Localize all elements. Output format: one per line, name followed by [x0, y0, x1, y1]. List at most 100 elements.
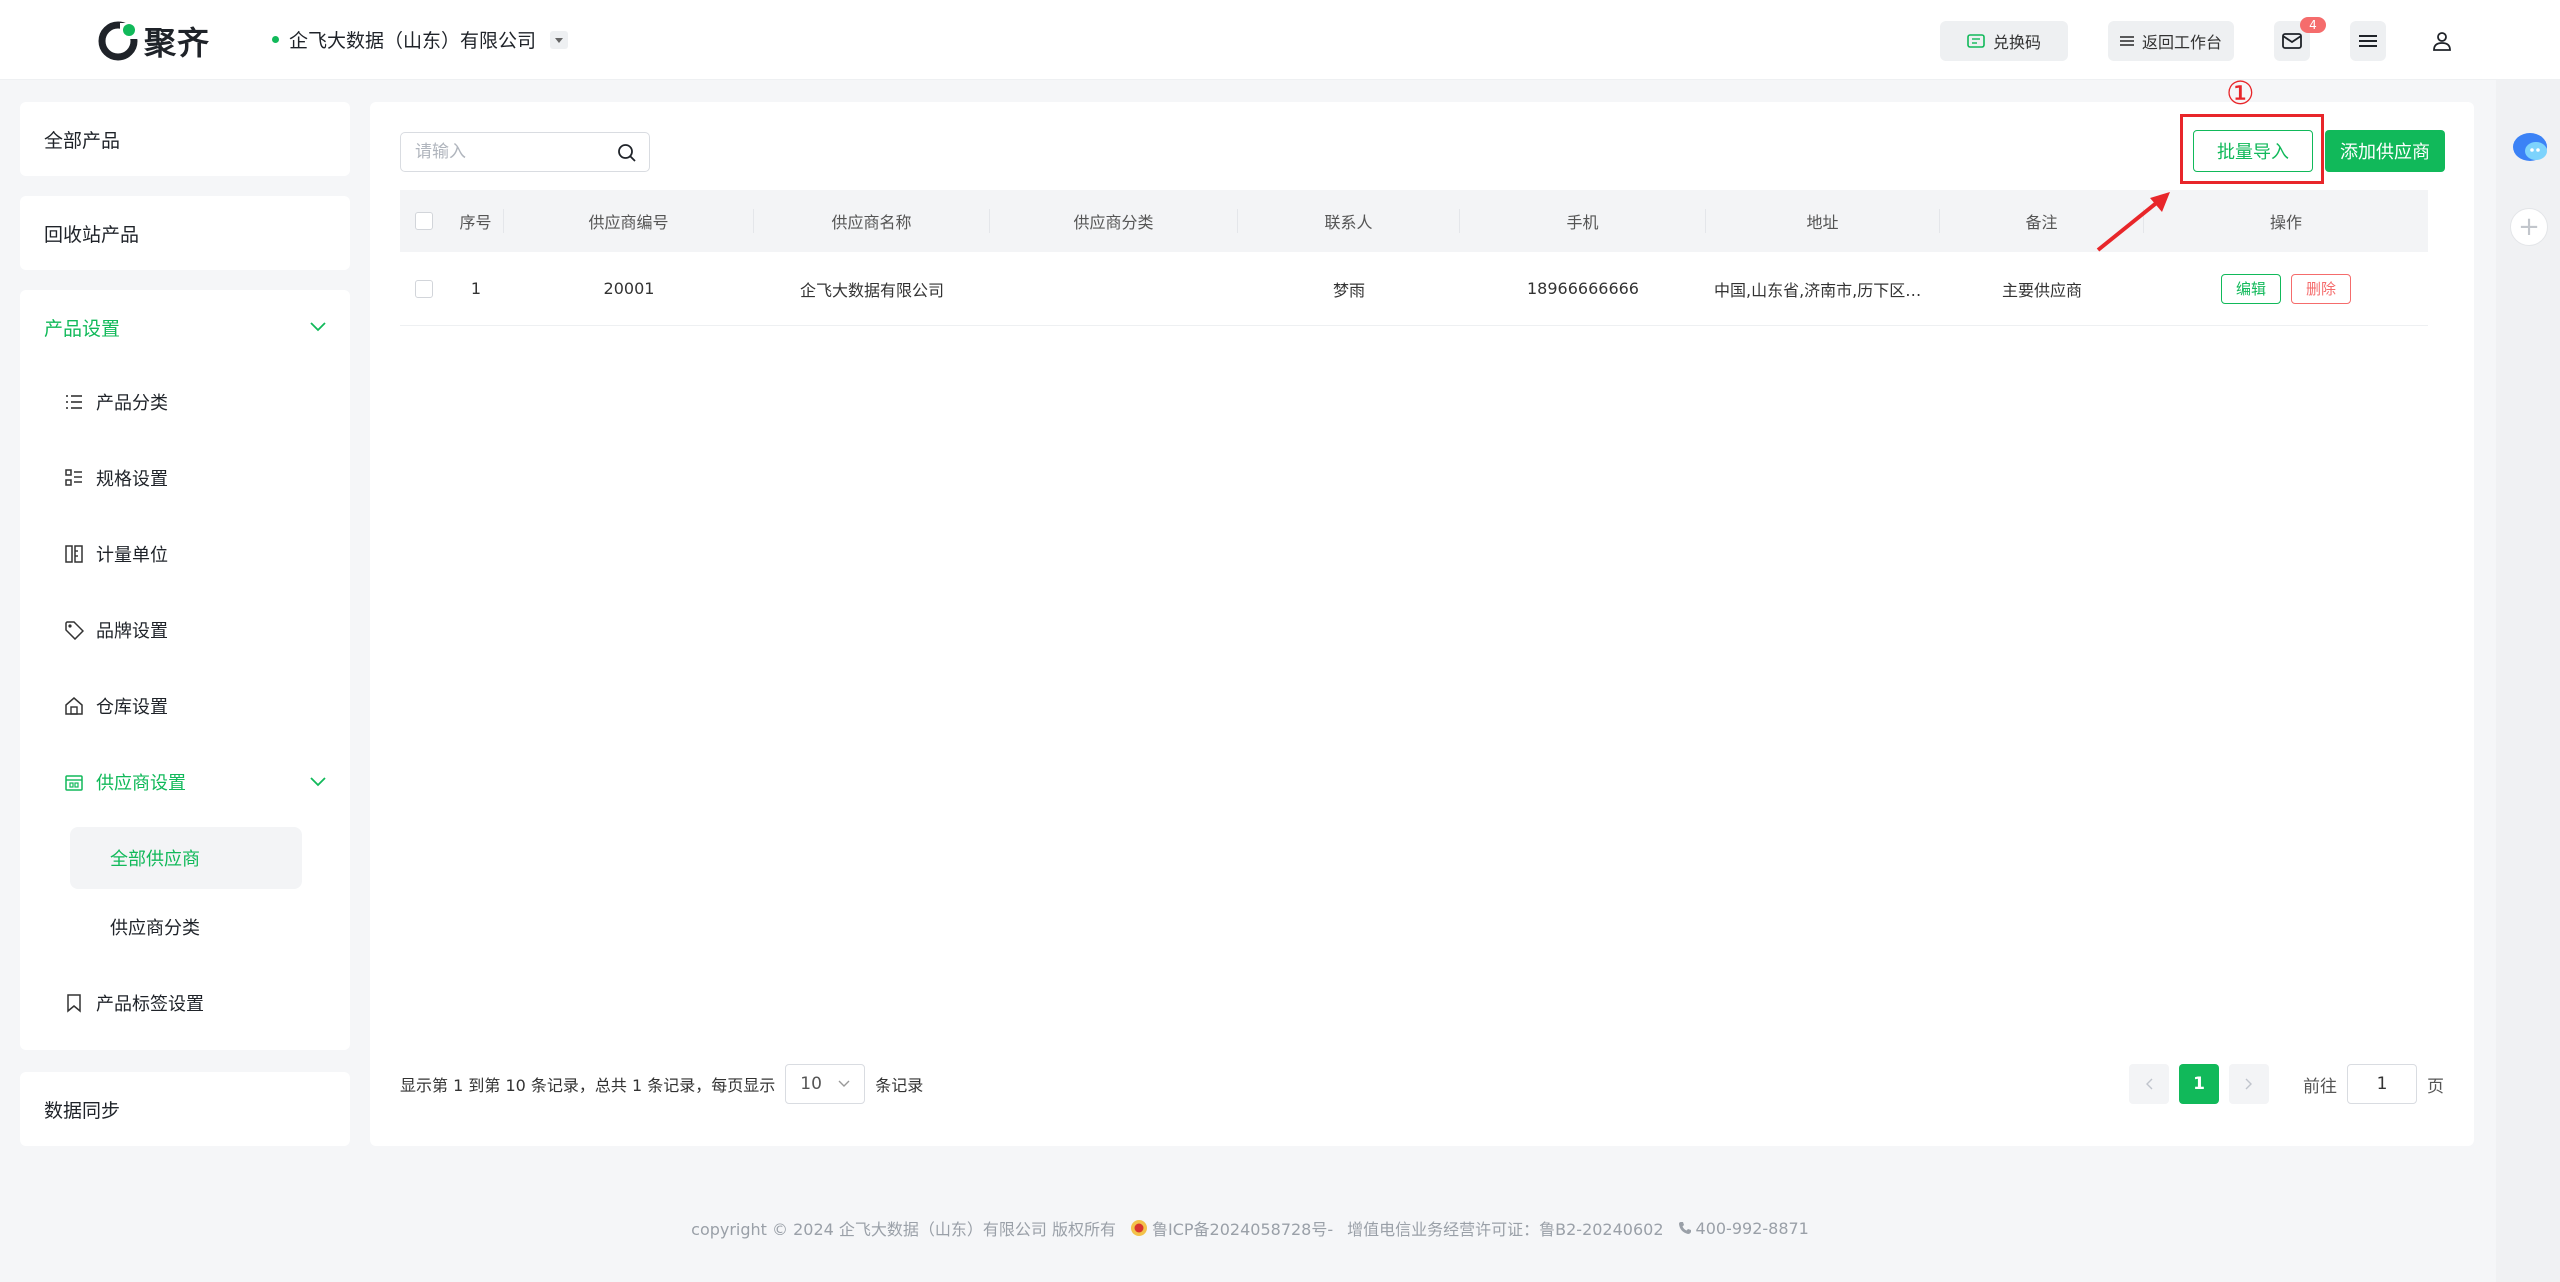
redeem-code-label: 兑换码: [1992, 33, 2041, 52]
sidebar-sub-supplier-category[interactable]: 供应商分类: [70, 896, 302, 958]
footer-phone: 400-992-8871: [1678, 1219, 1809, 1238]
user-button[interactable]: [2424, 21, 2460, 61]
goto-page-input[interactable]: [2347, 1064, 2417, 1104]
sidebar-item-spec-settings[interactable]: 规格设置: [20, 440, 350, 516]
batch-import-button[interactable]: 批量导入: [2193, 130, 2313, 172]
footer: copyright © 2024 企飞大数据（山东）有限公司 版权所有 鲁ICP…: [0, 1216, 2500, 1240]
logo-text: 聚齐: [144, 24, 211, 62]
pagination-info: 显示第 1 到第 10 条记录，总共 1 条记录，每页显示 10 条记录: [400, 1064, 923, 1104]
sidebar-item-label: 仓库设置: [96, 697, 168, 718]
sidebar-item-supplier-settings[interactable]: 供应商设置: [20, 744, 350, 820]
pagination-controls: 1 前往 页: [2129, 1064, 2444, 1104]
chevron-down-icon: [310, 777, 326, 787]
sidebar-item-product-tag-settings[interactable]: 产品标签设置: [20, 965, 350, 1041]
sidebar-label: 全部产品: [44, 129, 121, 152]
caret-down-icon[interactable]: [550, 30, 569, 49]
footer-icp-text: 鲁ICP备2024058728号-: [1152, 1220, 1334, 1239]
warehouse-icon: [65, 697, 83, 715]
add-icon[interactable]: +: [2510, 208, 2548, 246]
page-size-value: 10: [800, 1074, 822, 1094]
edit-button[interactable]: 编辑: [2221, 273, 2281, 304]
next-page-button[interactable]: [2229, 1064, 2269, 1104]
sidebar-group-product-settings[interactable]: 产品设置: [20, 290, 350, 364]
cell-no: 1: [470, 279, 482, 298]
footer-phone-text: 400-992-8871: [1695, 1218, 1809, 1238]
page-unit-label: 页: [2427, 1076, 2444, 1097]
back-to-workbench-label: 返回工作台: [2141, 33, 2222, 52]
footer-copyright: copyright © 2024 企飞大数据（山东）有限公司 版权所有: [691, 1220, 1117, 1239]
status-dot: [272, 36, 279, 43]
pagination-info-suffix: 条记录: [875, 1076, 924, 1095]
sidebar-item-recycle-products[interactable]: 回收站产品: [20, 196, 350, 270]
column-header: 序号: [448, 209, 504, 233]
column-header: 供应商分类: [990, 209, 1238, 233]
sidebar-item-label: 供应商设置: [96, 773, 186, 794]
add-supplier-button[interactable]: 添加供应商: [2325, 130, 2445, 172]
unit-icon: [65, 545, 83, 563]
chat-assistant-icon[interactable]: [2510, 130, 2550, 166]
org-switcher[interactable]: 企飞大数据（山东）有限公司: [272, 26, 569, 53]
column-header: 手机: [1460, 209, 1706, 233]
sidebar-label: 数据同步: [44, 1099, 121, 1122]
sidebar-sub-all-suppliers[interactable]: 全部供应商: [70, 827, 302, 889]
back-to-workbench-button[interactable]: 返回工作台: [2108, 21, 2234, 61]
sidebar-sub-label: 供应商分类: [110, 918, 200, 939]
page-size-select[interactable]: 10: [785, 1064, 866, 1104]
sidebar-item-data-sync[interactable]: 数据同步: [20, 1072, 350, 1146]
mail-icon: [2282, 33, 2302, 49]
list-icon: [66, 395, 82, 409]
logo-icon: [98, 21, 138, 61]
sidebar-item-measurement-unit[interactable]: 计量单位: [20, 516, 350, 592]
pagination-info-text: 显示第 1 到第 10 条记录，总共 1 条记录，每页显示: [400, 1076, 776, 1095]
logo[interactable]: 聚齐: [98, 18, 210, 64]
footer-icp[interactable]: 鲁ICP备2024058728号-: [1130, 1216, 1333, 1240]
sidebar-item-product-category[interactable]: 产品分类: [20, 364, 350, 440]
sidebar-item-warehouse-settings[interactable]: 仓库设置: [20, 668, 350, 744]
menu-icon: [2359, 35, 2377, 47]
sidebar-group-label: 产品设置: [44, 317, 121, 340]
top-header: 聚齐 企飞大数据（山东）有限公司 兑换码 返回工作台 4: [0, 0, 2560, 80]
column-header: 供应商名称: [754, 209, 990, 233]
column-header: 地址: [1706, 209, 1940, 233]
spec-icon: [65, 469, 82, 486]
sidebar-item-label: 品牌设置: [96, 621, 168, 642]
chevron-down-icon: [838, 1080, 850, 1087]
cell-note: 主要供应商: [2001, 280, 2082, 300]
sidebar-label: 回收站产品: [44, 223, 140, 246]
footer-license: 增值电信业务经营许可证：鲁B2-20240602: [1347, 1220, 1664, 1239]
sidebar-item-label: 计量单位: [96, 545, 168, 566]
sidebar-sub-label: 全部供应商: [110, 849, 200, 870]
row-checkbox[interactable]: [415, 279, 433, 298]
redeem-code-button[interactable]: 兑换码: [1940, 21, 2068, 61]
supplier-list-panel: 批量导入 添加供应商 序号 供应商编号 供应商名称 供应商分类 联系人 手机 地…: [370, 102, 2474, 1146]
sidebar-item-label: 产品分类: [96, 393, 168, 414]
sidebar-item-label: 产品标签设置: [96, 994, 204, 1015]
cell-supplier-name: 企飞大数据有限公司: [799, 280, 944, 300]
select-all-checkbox[interactable]: [415, 212, 433, 230]
mail-badge: 4: [2300, 17, 2326, 33]
annotation-arrow-icon: [2096, 192, 2170, 252]
column-header: 联系人: [1238, 209, 1460, 233]
prev-page-button[interactable]: [2129, 1064, 2169, 1104]
supplier-icon: [65, 775, 83, 791]
goto-label: 前往: [2303, 1076, 2337, 1097]
row-select-cell: [400, 279, 448, 298]
org-name: 企飞大数据（山东）有限公司: [289, 30, 537, 52]
table-row: 1 20001 企飞大数据有限公司 梦雨 18966666666 中国,山东省,…: [400, 252, 2428, 326]
menu-button[interactable]: [2350, 21, 2386, 61]
search-input[interactable]: [415, 142, 605, 162]
chevron-down-icon: [310, 322, 326, 332]
phone-icon: [1678, 1222, 1691, 1234]
page-number-current[interactable]: 1: [2179, 1064, 2219, 1104]
chevron-right-icon: [2245, 1078, 2252, 1090]
police-badge-icon: [1131, 1220, 1148, 1236]
search-icon[interactable]: [617, 143, 637, 163]
sidebar-item-label: 规格设置: [96, 469, 168, 490]
sidebar-item-all-products[interactable]: 全部产品: [20, 102, 350, 176]
select-all-cell: [400, 212, 448, 230]
annotation-number: ①: [2226, 74, 2255, 112]
sidebar-item-brand-settings[interactable]: 品牌设置: [20, 592, 350, 668]
search-box[interactable]: [400, 132, 650, 172]
cell-contact: 梦雨: [1332, 280, 1365, 300]
delete-button[interactable]: 删除: [2291, 273, 2351, 304]
